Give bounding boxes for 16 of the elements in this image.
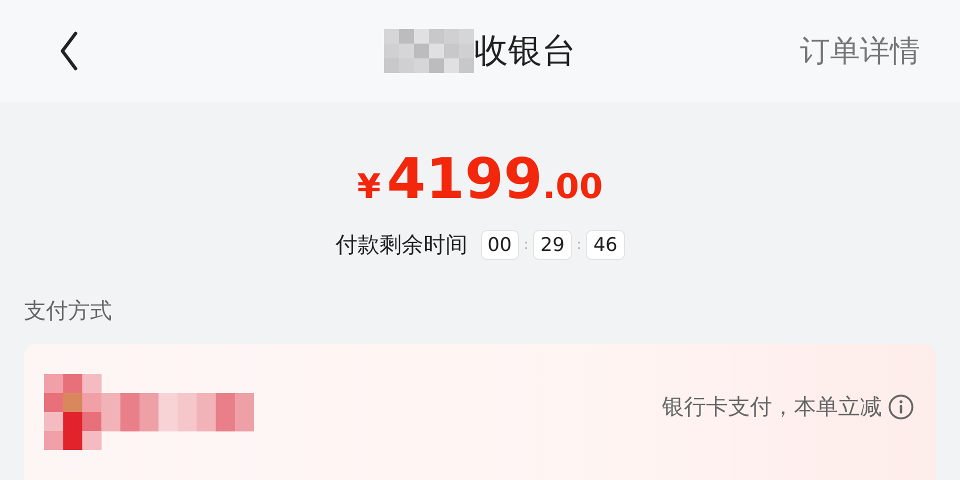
price-amount: 4199 (386, 152, 543, 208)
page-title: 收银台 (474, 30, 576, 73)
price-decimal: .00 (542, 170, 603, 204)
time-separator: : (576, 237, 582, 253)
payment-method-card[interactable]: 银行卡支付，本单立减 (24, 344, 936, 480)
time-digit-box: 29 (533, 230, 572, 260)
currency-symbol: ¥ (357, 170, 381, 204)
back-icon[interactable] (58, 31, 80, 71)
section-title: 支付方式 (24, 298, 113, 326)
time-digit-box: 00 (480, 230, 519, 260)
discount-note: 银行卡支付，本单立减 (662, 394, 882, 422)
order-details-link[interactable]: 订单详情 (800, 30, 920, 72)
time-digit-box: 46 (586, 230, 624, 260)
time-separator: : (524, 237, 528, 253)
info-icon[interactable] (888, 394, 914, 420)
countdown-label: 付款剩余时间 (336, 232, 468, 260)
